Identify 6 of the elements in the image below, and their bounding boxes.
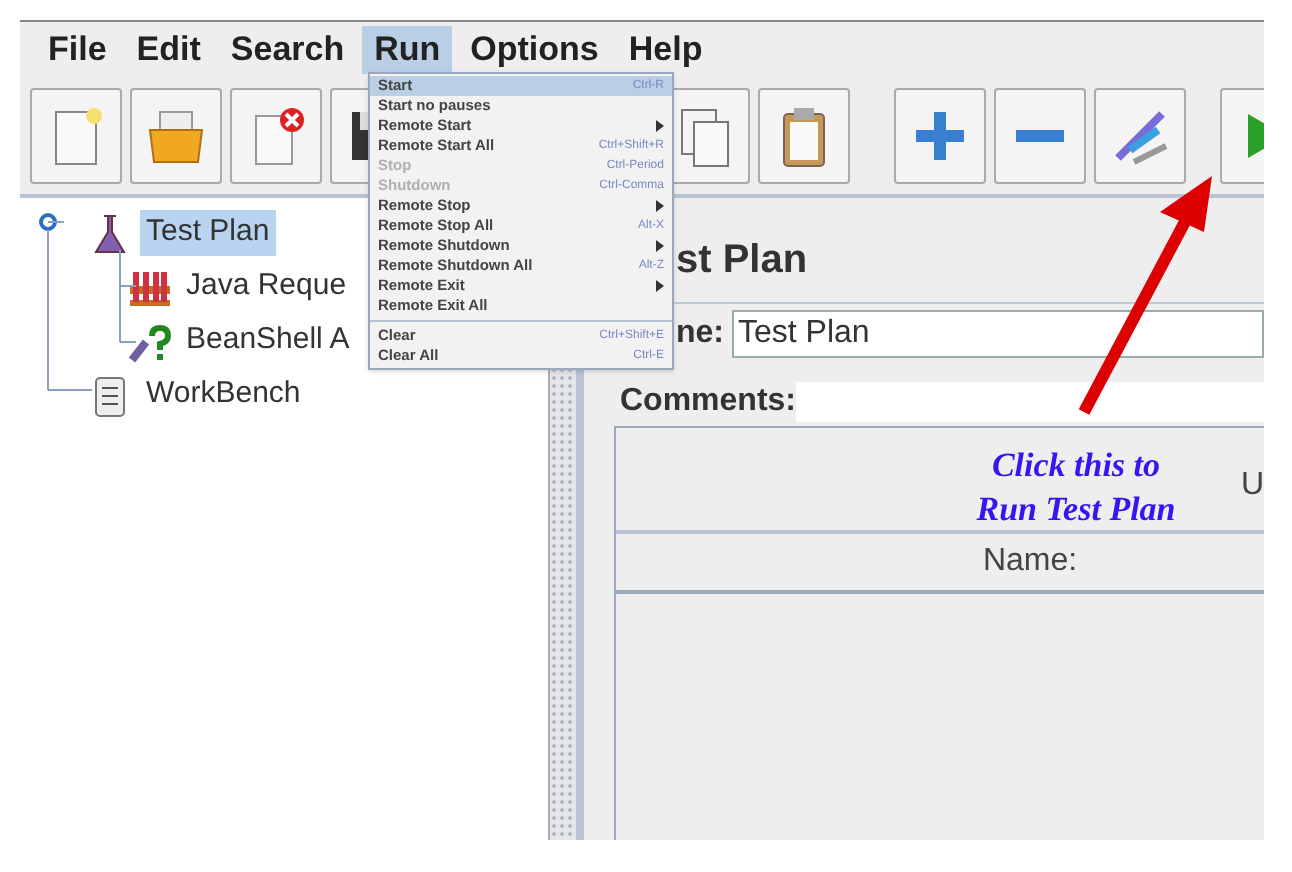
panel-title: st Plan [676,236,808,286]
annotation-text: Click this to Run Test Plan [974,444,1178,532]
name-label: ne: [676,313,724,353]
table-header: U [1240,466,1264,506]
comments-label: Comments: [620,382,797,422]
column-header: Name: [982,542,1078,582]
